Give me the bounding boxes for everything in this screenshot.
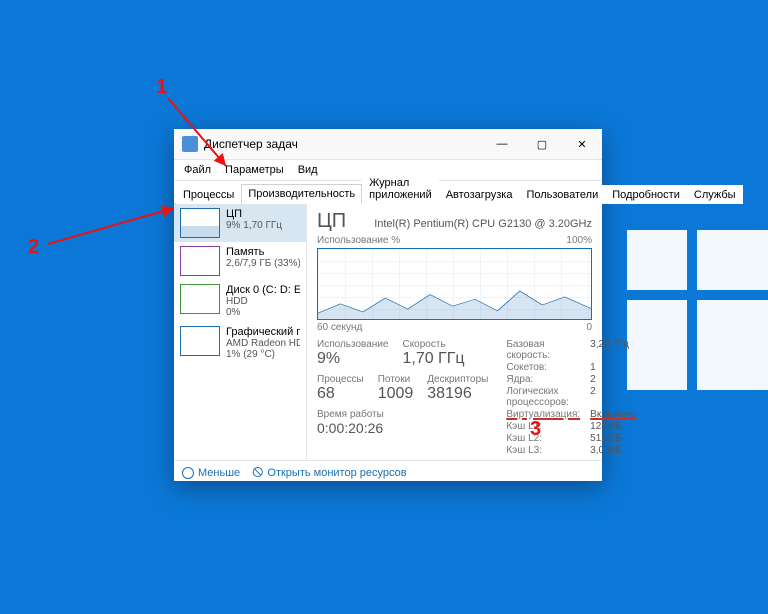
annotation-1: 1 [156, 76, 167, 99]
detail-value: 3,20 ГГц [590, 339, 636, 361]
task-manager-window: Диспетчер задач — ▢ ✕ Файл Параметры Вид… [174, 129, 602, 481]
detail-value: 2 [590, 374, 636, 385]
tab-details[interactable]: Подробности [605, 185, 687, 204]
chart-foot-left: 60 секунд [317, 322, 362, 333]
sidebar-item-label: ЦП [226, 208, 282, 220]
menu-view[interactable]: Вид [292, 162, 324, 178]
sidebar-item-label: Графический процессор [226, 326, 300, 338]
detail-key: Логических процессоров: [506, 386, 580, 408]
sidebar-item-memory[interactable]: Память 2,6/7,9 ГБ (33%) [174, 242, 306, 280]
tab-users[interactable]: Пользователи [519, 185, 605, 204]
cpu-thumb-icon [180, 208, 220, 238]
uptime-value: 0:00:20:26 [317, 420, 488, 436]
procs-value: 68 [317, 385, 364, 403]
detail-value: 512 КБ [590, 433, 636, 444]
sidebar-item-label: Диск 0 (C: D: E:) [226, 284, 300, 296]
open-resource-monitor-link[interactable]: 🛇 Открыть монитор ресурсов [252, 464, 406, 483]
main-panel: ЦП Intel(R) Pentium(R) CPU G2130 @ 3.20G… [307, 204, 602, 460]
tab-app-history[interactable]: Журнал приложений [362, 173, 439, 204]
sidebar-item-gpu[interactable]: Графический процессор AMD Radeon HD 7700… [174, 322, 306, 364]
cpu-details-grid: Базовая скорость: 3,20 ГГц Сокетов: 1 Ядра: 2… [506, 339, 636, 456]
sidebar-item-label: Память [226, 246, 300, 258]
maximize-button[interactable]: ▢ [522, 129, 562, 159]
detail-key: Кэш L3: [506, 445, 580, 456]
tabbar: Процессы Производительность Журнал прило… [174, 181, 602, 204]
chevron-up-icon [182, 467, 194, 479]
sidebar-item-sub: 2,6/7,9 ГБ (33%) [226, 258, 300, 269]
tab-performance[interactable]: Производительность [241, 184, 362, 204]
cpu-heading: ЦП [317, 210, 346, 233]
detail-value: 3,0 МБ [590, 445, 636, 456]
tab-startup[interactable]: Автозагрузка [439, 185, 520, 204]
footer: Меньше 🛇 Открыть монитор ресурсов [174, 460, 602, 485]
detail-key: Базовая скорость: [506, 339, 580, 361]
detail-key: Виртуализация: [506, 409, 580, 420]
detail-key: Сокетов: [506, 362, 580, 373]
desktop: Диспетчер задач — ▢ ✕ Файл Параметры Вид… [0, 0, 768, 614]
chart-foot-right: 0 [586, 322, 592, 333]
sidebar-item-sub: 9% 1,70 ГГц [226, 220, 282, 231]
detail-value: Включено [590, 409, 636, 420]
detail-value: 1 [590, 362, 636, 373]
detail-key: Кэш L2: [506, 433, 580, 444]
body: ЦП 9% 1,70 ГГц Память 2,6/7,9 ГБ (33%) Д… [174, 204, 602, 460]
titlebar[interactable]: Диспетчер задач — ▢ ✕ [174, 129, 602, 160]
cpu-model: Intel(R) Pentium(R) CPU G2130 @ 3.20GHz [374, 218, 592, 230]
windows-logo [627, 230, 768, 390]
detail-value: 2 [590, 386, 636, 408]
menu-options[interactable]: Параметры [219, 162, 290, 178]
threads-label: Потоки [378, 374, 414, 385]
memory-thumb-icon [180, 246, 220, 276]
gpu-thumb-icon [180, 326, 220, 356]
sidebar-item-cpu[interactable]: ЦП 9% 1,70 ГГц [174, 204, 306, 242]
disk-thumb-icon [180, 284, 220, 314]
tab-processes[interactable]: Процессы [176, 185, 241, 204]
sidebar: ЦП 9% 1,70 ГГц Память 2,6/7,9 ГБ (33%) Д… [174, 204, 307, 460]
uptime-label: Время работы [317, 409, 488, 420]
tab-services[interactable]: Службы [687, 185, 743, 204]
detail-value: 128 КБ [590, 421, 636, 432]
chart-label-left: Использование % [317, 235, 400, 246]
fewer-details-button[interactable]: Меньше [182, 467, 240, 479]
speed-value: 1,70 ГГц [402, 350, 464, 368]
app-icon [182, 136, 198, 152]
minimize-button[interactable]: — [482, 129, 522, 159]
resmon-icon: 🛇 [252, 464, 263, 483]
menu-file[interactable]: Файл [178, 162, 217, 178]
window-title: Диспетчер задач [204, 137, 298, 151]
util-value: 9% [317, 350, 388, 368]
detail-key: Кэш L1: [506, 421, 580, 432]
cpu-chart [317, 248, 592, 320]
handles-label: Дескрипторы [427, 374, 488, 385]
procs-label: Процессы [317, 374, 364, 385]
handles-value: 38196 [427, 385, 488, 403]
sidebar-item-sub2: 0% [226, 307, 300, 318]
sidebar-item-sub: HDD [226, 296, 300, 307]
threads-value: 1009 [378, 385, 414, 403]
sidebar-item-disk[interactable]: Диск 0 (C: D: E:) HDD 0% [174, 280, 306, 322]
sidebar-item-sub: AMD Radeon HD 7700 S [226, 338, 300, 349]
sidebar-item-sub2: 1% (29 °C) [226, 349, 300, 360]
detail-key: Ядра: [506, 374, 580, 385]
chart-label-right: 100% [566, 235, 592, 246]
annotation-2: 2 [28, 236, 39, 259]
speed-label: Скорость [402, 339, 464, 350]
close-button[interactable]: ✕ [562, 129, 602, 159]
util-label: Использование [317, 339, 388, 350]
